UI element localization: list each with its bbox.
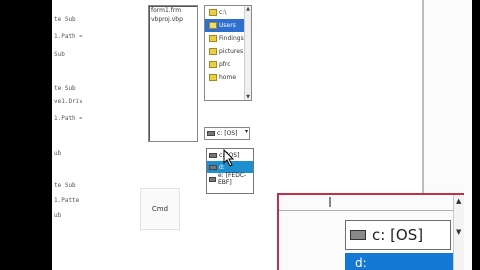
code-line: 1.Patte [54,197,80,204]
drive-icon [209,176,217,182]
file-list-item[interactable]: vbproj.vbp [149,15,197,24]
screen-area: te Sub 1.Path = Sub te Sub ve1.Driv 1.Pa… [52,0,472,270]
form-designer: form1.frm vbproj.vbp c:\ Users Findings … [82,0,464,270]
dir-item-label: Users [219,22,236,29]
magnified-view: c: [OS] d: ▲ ▼ [277,193,464,270]
drive-option[interactable]: e: [FEDC-EBF] [207,172,253,186]
scroll-down-icon[interactable]: ▼ [456,228,461,236]
zoomed-option-label: d: [355,255,367,270]
drive-icon [209,152,217,158]
chevron-down-icon[interactable]: ▾ [245,128,248,135]
folder-open-icon [209,22,217,29]
code-editor-panel[interactable]: te Sub 1.Path = Sub te Sub ve1.Driv 1.Pa… [52,0,83,270]
directory-list-box[interactable]: c:\ Users Findings pictures pfrc home ▲ … [204,5,252,101]
folder-icon [209,48,217,55]
zoomed-scrollbar[interactable]: ▲ ▼ [453,195,464,270]
scroll-up-icon[interactable]: ▲ [245,6,251,12]
dir-item-label: pictures [219,48,244,55]
drive-icon [209,164,217,170]
code-line: Sub [54,51,65,58]
scroll-up-icon[interactable]: ▲ [456,197,461,205]
folder-icon [209,61,217,68]
code-line: te Sub [54,182,76,189]
file-list-box[interactable]: form1.frm vbproj.vbp [148,5,198,142]
folder-icon [209,74,217,81]
code-line: ub [54,150,62,157]
command-button[interactable]: Cmd [140,188,180,230]
code-line: ve1.Driv [54,98,83,105]
dir-item-label: c:\ [219,9,227,16]
zoomed-drive-combo[interactable]: c: [OS] [345,220,451,250]
code-line: 1.Path = [54,33,83,40]
divider [279,210,464,211]
drive-combo-box[interactable]: c: [OS] ▾ [204,127,250,140]
scroll-down-icon[interactable]: ▼ [245,94,251,100]
dir-scrollbar[interactable]: ▲ ▼ [244,6,251,100]
file-list-item[interactable]: form1.frm [149,6,197,15]
code-line: te Sub [54,16,76,23]
dir-item-label: home [219,74,237,81]
dir-item-label: Findings [219,35,244,42]
dir-item-label: pfrc [219,61,231,68]
drive-icon [207,131,215,136]
zoomed-drive-value: c: [OS] [372,226,424,244]
folder-open-icon [209,9,217,16]
code-line: 1.Path = [54,115,83,122]
drive-combo-value: c: [OS] [217,130,238,137]
drive-icon [350,230,366,240]
code-line: te Sub [54,85,76,92]
mouse-cursor-icon [223,149,235,167]
zoomed-drive-option-selected[interactable]: d: [345,253,459,270]
drive-option-label: e: [FEDC-EBF] [218,172,247,186]
code-line: ub [54,212,62,219]
divider [329,197,331,207]
folder-icon [209,35,217,42]
